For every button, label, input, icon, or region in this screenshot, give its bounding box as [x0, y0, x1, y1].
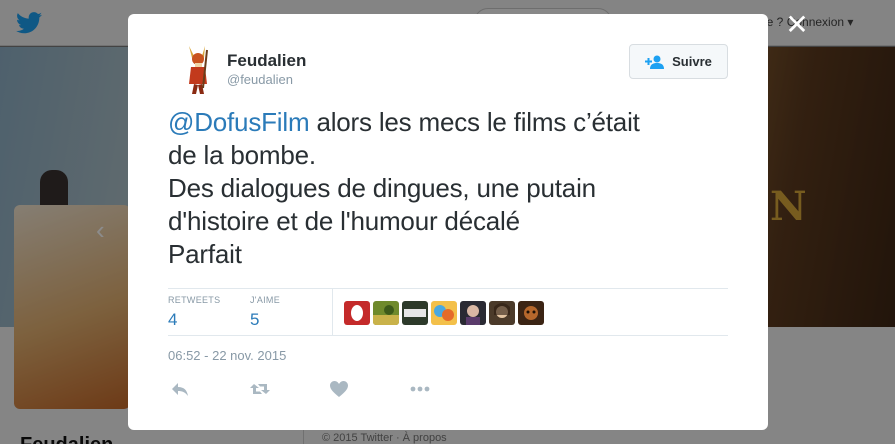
tweet-line-5: Parfait: [168, 239, 242, 269]
author-name[interactable]: Feudalien: [227, 51, 306, 71]
liker-avatar[interactable]: [373, 301, 399, 325]
retweets-label: RETWEETS: [168, 295, 221, 305]
reply-icon[interactable]: [169, 378, 191, 400]
author-handle[interactable]: @feudalien: [227, 72, 293, 87]
tweet-stats: RETWEETS 4 J'AIME 5: [168, 288, 728, 336]
liker-avatar[interactable]: [344, 301, 370, 325]
retweets-stat[interactable]: RETWEETS 4: [168, 295, 220, 330]
likers-avatars: [344, 301, 544, 325]
tweet-line-4: d'histoire et de l'humour décalé: [168, 206, 520, 236]
likes-stat[interactable]: J'AIME 5: [250, 295, 280, 330]
tweet-line-1-text: alors les mecs le films c’était: [309, 107, 640, 137]
tweet-timestamp[interactable]: 06:52 - 22 nov. 2015: [168, 348, 286, 363]
follow-button-label: Suivre: [672, 54, 712, 69]
stats-divider: [332, 289, 333, 335]
liker-avatar[interactable]: [518, 301, 544, 325]
more-icon[interactable]: [409, 378, 431, 400]
tweet-line-2: de la bombe.: [168, 140, 316, 170]
likes-count: 5: [250, 310, 260, 329]
tweet-text: @DofusFilm alors les mecs le films c’éta…: [168, 106, 748, 271]
liker-avatar[interactable]: [402, 301, 428, 325]
mention-link[interactable]: @DofusFilm: [168, 107, 310, 137]
add-user-icon: [645, 55, 665, 69]
tweet-line-3: Des dialogues de dingues, une putain: [168, 173, 596, 203]
retweet-icon[interactable]: [249, 378, 271, 400]
retweets-count: 4: [168, 310, 178, 329]
tweet-line-1: @DofusFilm alors les mecs le films c’éta…: [168, 106, 748, 139]
liker-avatar[interactable]: [431, 301, 457, 325]
liker-avatar[interactable]: [489, 301, 515, 325]
like-icon[interactable]: [328, 378, 350, 400]
author-avatar[interactable]: [177, 44, 219, 94]
follow-button[interactable]: Suivre: [629, 44, 728, 79]
liker-avatar[interactable]: [460, 301, 486, 325]
close-icon[interactable]: ✕: [784, 11, 810, 39]
tweet-modal: Feudalien @feudalien Suivre @DofusFilm a…: [128, 14, 768, 430]
likes-label: J'AIME: [250, 295, 281, 305]
